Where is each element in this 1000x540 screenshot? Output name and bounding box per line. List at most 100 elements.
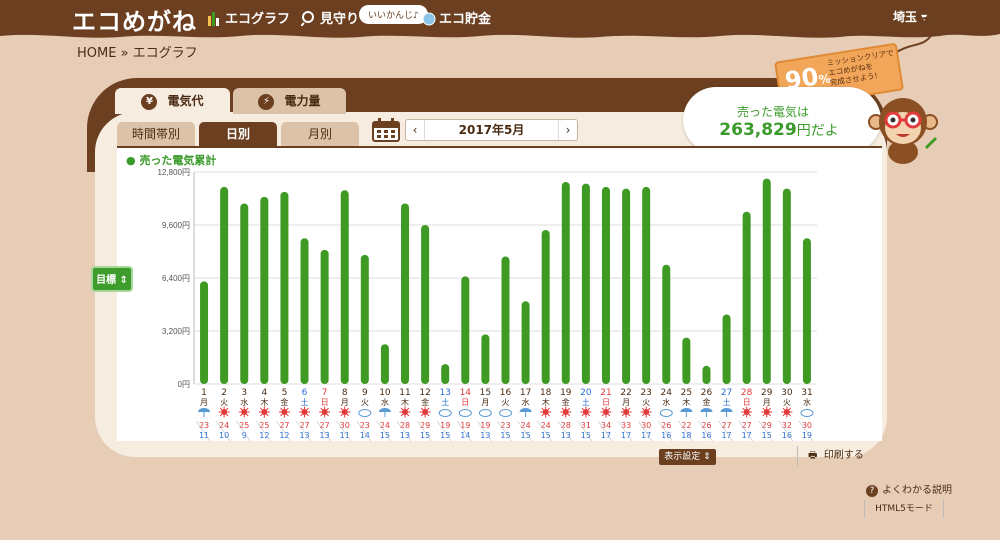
weekday-label: 金 [421, 397, 429, 407]
umbrella-icon [720, 408, 733, 412]
tab-monthly[interactable]: 月別 [281, 122, 359, 146]
weekday-label: 日 [461, 398, 469, 407]
high-temp-label: 25 [239, 421, 249, 430]
sun-ray [300, 413, 303, 417]
day-label: 7 [322, 388, 328, 398]
sun-icon [402, 409, 409, 415]
weekday-label: 木 [542, 397, 550, 407]
sun-ray [782, 413, 786, 417]
day-label: 10 [379, 388, 391, 398]
sun-icon [542, 409, 549, 415]
logo[interactable]: エコめがね [72, 2, 197, 37]
sun-ray [627, 413, 631, 417]
day-label: 19 [560, 388, 572, 398]
day-label: 1 [201, 388, 207, 398]
sun-ray [742, 413, 745, 417]
sun-ray [326, 407, 329, 411]
day-label: 25 [681, 388, 692, 398]
sun-ray [587, 407, 591, 411]
sun-ray [219, 407, 223, 411]
sun-ray [266, 413, 269, 417]
high-temp-label: 26 [701, 421, 711, 430]
sun-ray [340, 413, 343, 417]
bar [722, 314, 731, 384]
calendar-icon[interactable] [372, 118, 400, 146]
sun-ray [742, 407, 745, 411]
high-temp-label: 27 [742, 421, 752, 430]
umbrella-icon [378, 408, 391, 412]
sun-ray [266, 407, 269, 411]
sun-icon [241, 409, 248, 415]
nav-mimamori[interactable]: 見守り [300, 8, 359, 30]
cloud-icon [478, 409, 492, 417]
weekday-label: 月 [763, 398, 771, 407]
weekday-label: 日 [602, 398, 610, 407]
high-temp-label: 27 [299, 421, 309, 430]
next-month-button[interactable]: › [558, 120, 577, 140]
high-temp-label: 23 [199, 421, 209, 430]
bar [501, 256, 510, 384]
high-temp-label: 30 [802, 421, 812, 430]
coin-icon [422, 12, 436, 30]
day-label: 23 [640, 388, 651, 398]
day-label: 17 [520, 388, 531, 398]
day-label: 3 [241, 388, 247, 398]
weekday-label: 水 [381, 397, 389, 407]
sun-icon [281, 409, 288, 415]
sun-ray [547, 407, 550, 411]
printer-icon: 🖶 [808, 450, 818, 461]
nav-eco-savings[interactable]: エコ貯金 [422, 8, 491, 30]
weekday-label: 月 [481, 398, 489, 407]
weekday-label: 木 [401, 397, 409, 407]
bar [340, 190, 349, 384]
nav-eco-graph[interactable]: エコグラフ [208, 8, 290, 30]
day-label: 14 [460, 388, 472, 398]
weekday-label: 火 [502, 398, 510, 407]
help-link[interactable]: ? よくわかる説明 [866, 481, 952, 497]
bar [802, 238, 811, 384]
sun-ray [246, 407, 249, 411]
sun-ray [621, 407, 625, 411]
day-label: 18 [540, 388, 552, 398]
high-temp-label: 22 [681, 421, 691, 430]
sun-ray [286, 407, 289, 411]
html5-mode-button[interactable]: HTML5モード [864, 500, 944, 518]
day-label: 29 [761, 388, 773, 398]
sun-ray [541, 413, 544, 417]
weekday-label: 土 [582, 397, 590, 407]
sun-icon [602, 409, 609, 415]
high-temp-label: 29 [762, 421, 772, 430]
bar [401, 203, 410, 384]
print-button[interactable]: 🖶 印刷する [797, 446, 883, 466]
weekday-label: 日 [743, 398, 751, 407]
high-temp-label: 24 [380, 421, 390, 430]
display-settings-button[interactable]: 表示設定 ⇕ [659, 449, 716, 465]
y-tick-label: 3,200円 [162, 327, 190, 336]
bar [240, 203, 249, 384]
sun-icon [783, 409, 790, 415]
sun-icon [582, 409, 589, 415]
sun-ray [420, 407, 424, 411]
sun-ray [400, 413, 404, 417]
high-temp-label: 28 [400, 421, 410, 430]
sun-ray [748, 413, 751, 417]
tab-hourly[interactable]: 時間帯別 [117, 122, 195, 146]
sun-ray [621, 413, 625, 417]
sun-ray [225, 407, 229, 411]
high-temp-label: 26 [661, 421, 671, 430]
sun-ray [426, 407, 430, 411]
tab-electricity-cost[interactable]: ¥ 電気代 [115, 88, 230, 114]
sun-ray [346, 407, 349, 411]
weekday-label: 金 [562, 397, 570, 407]
sun-ray [748, 407, 751, 411]
weekday-label: 水 [522, 397, 530, 407]
weekday-label: 火 [783, 398, 791, 407]
nav-label: エコ貯金 [439, 12, 492, 27]
high-temp-label: 19 [480, 421, 490, 430]
weekday-label: 木 [260, 397, 268, 407]
tab-label: 電力量 [284, 94, 321, 108]
tab-electricity-amount[interactable]: ⚡ 電力量 [233, 88, 346, 114]
tab-daily[interactable]: 日別 [199, 122, 277, 146]
bar [421, 225, 430, 384]
y-tick-label: 9,600円 [162, 221, 190, 230]
